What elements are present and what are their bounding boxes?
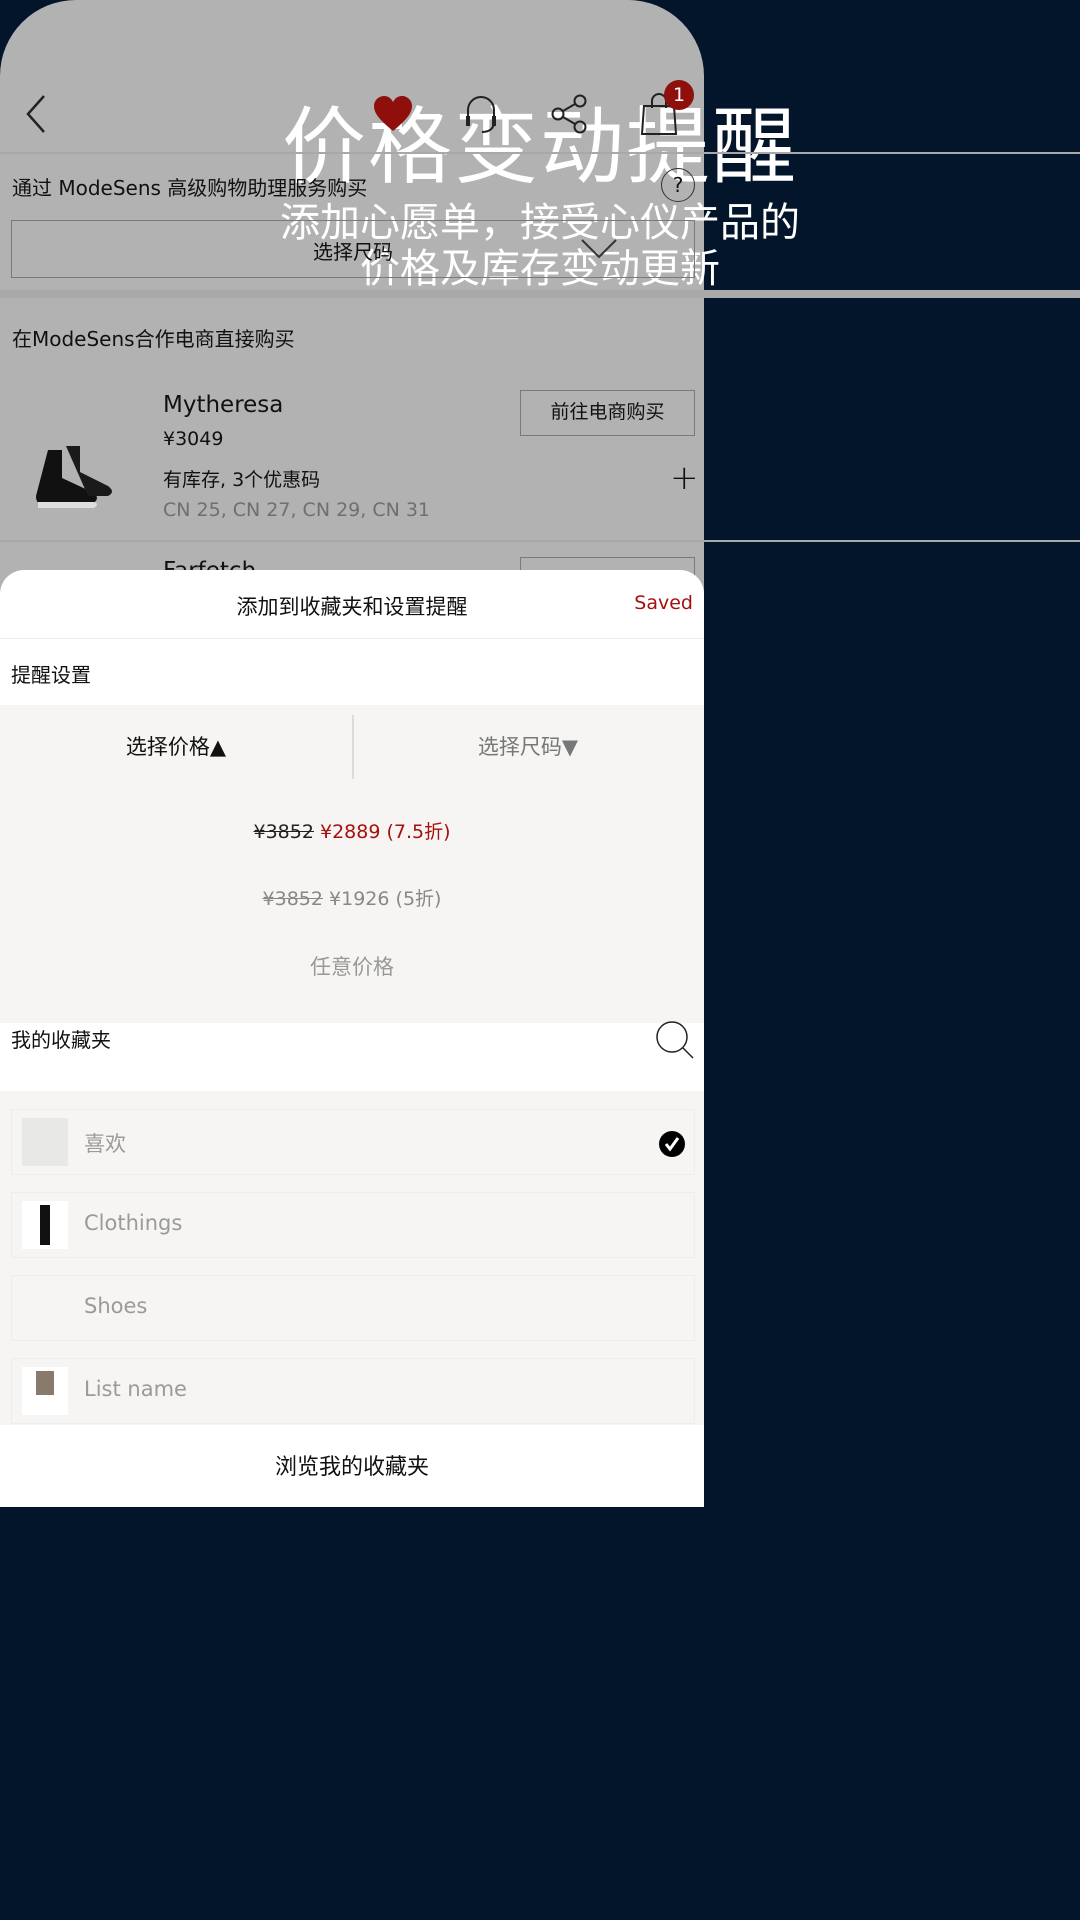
alert-settings-heading: 提醒设置 [11, 663, 91, 687]
lists-container: 喜欢 Clothings Shoes List name [0, 1091, 704, 1425]
list-item[interactable]: Shoes [11, 1275, 695, 1341]
store-name[interactable]: Mytheresa [163, 392, 283, 418]
add-to-list-sheet: 添加到收藏夹和设置提醒 Saved 提醒设置 选择价格▲ 选择尺码▼ ¥3852… [0, 570, 704, 1507]
go-to-store-button[interactable]: 前往电商购买 [520, 390, 695, 436]
search-icon[interactable] [655, 1020, 695, 1060]
product-image-shoe [36, 446, 112, 508]
store-stock: 有库存, 3个优惠码 [163, 469, 321, 491]
chevron-down-icon [581, 239, 617, 259]
saved-button[interactable]: Saved [634, 592, 693, 614]
concierge-label: 通过 ModeSens 高级购物助理服务购买 [12, 176, 368, 200]
price-alert-panel: 选择价格▲ 选择尺码▼ ¥3852 ¥2889 (7.5折) ¥3852 ¥19… [0, 705, 704, 1023]
partners-heading: 在ModeSens合作电商直接购买 [12, 327, 295, 351]
list-name: List name [84, 1377, 187, 1401]
store-price: ¥3049 [163, 428, 224, 450]
tab-select-price[interactable]: 选择价格▲ [0, 731, 352, 761]
list-item[interactable]: 喜欢 [11, 1109, 695, 1175]
price-option-any[interactable]: 任意价格 [0, 951, 704, 981]
list-thumbnail [22, 1201, 68, 1249]
sheet-title: 添加到收藏夹和设置提醒 [236, 595, 468, 619]
list-thumbnail [22, 1118, 68, 1166]
share-icon[interactable] [550, 94, 590, 134]
heart-icon[interactable] [373, 96, 413, 132]
price-option-2[interactable]: ¥3852 ¥1926 (5折) [0, 884, 704, 911]
original-price: ¥3852 [253, 821, 314, 843]
list-name: Shoes [84, 1294, 148, 1318]
expand-plus-icon[interactable]: + [670, 458, 699, 498]
list-name: 喜欢 [84, 1132, 126, 1156]
target-price: ¥1926 (5折) [329, 888, 442, 910]
list-item[interactable]: List name [11, 1358, 695, 1424]
help-icon[interactable]: ? [661, 168, 695, 202]
original-price: ¥3852 [262, 888, 323, 910]
list-thumbnail [22, 1367, 68, 1415]
store-sizes: CN 25, CN 27, CN 29, CN 31 [163, 499, 431, 521]
list-name: Clothings [84, 1211, 183, 1235]
phone-screen: 1 通过 ModeSens 高级购物助理服务购买 ? 选择尺码 在ModeSen… [0, 0, 1080, 1507]
chevron-left-icon[interactable] [24, 94, 48, 134]
headset-icon[interactable] [464, 94, 498, 134]
browse-lists-button[interactable]: 浏览我的收藏夹 [0, 1425, 704, 1507]
checkmark-icon [659, 1131, 685, 1157]
my-lists-heading: 我的收藏夹 [11, 1028, 111, 1052]
size-select[interactable]: 选择尺码 [11, 220, 695, 278]
list-thumbnail [22, 1284, 68, 1332]
cart-badge: 1 [664, 80, 694, 110]
browse-lists-label: 浏览我的收藏夹 [274, 1455, 429, 1480]
price-option-1[interactable]: ¥3852 ¥2889 (7.5折) [0, 817, 704, 844]
list-item[interactable]: Clothings [11, 1192, 695, 1258]
tab-select-size[interactable]: 选择尺码▼ [352, 731, 704, 761]
target-price: ¥2889 (7.5折) [319, 821, 451, 843]
